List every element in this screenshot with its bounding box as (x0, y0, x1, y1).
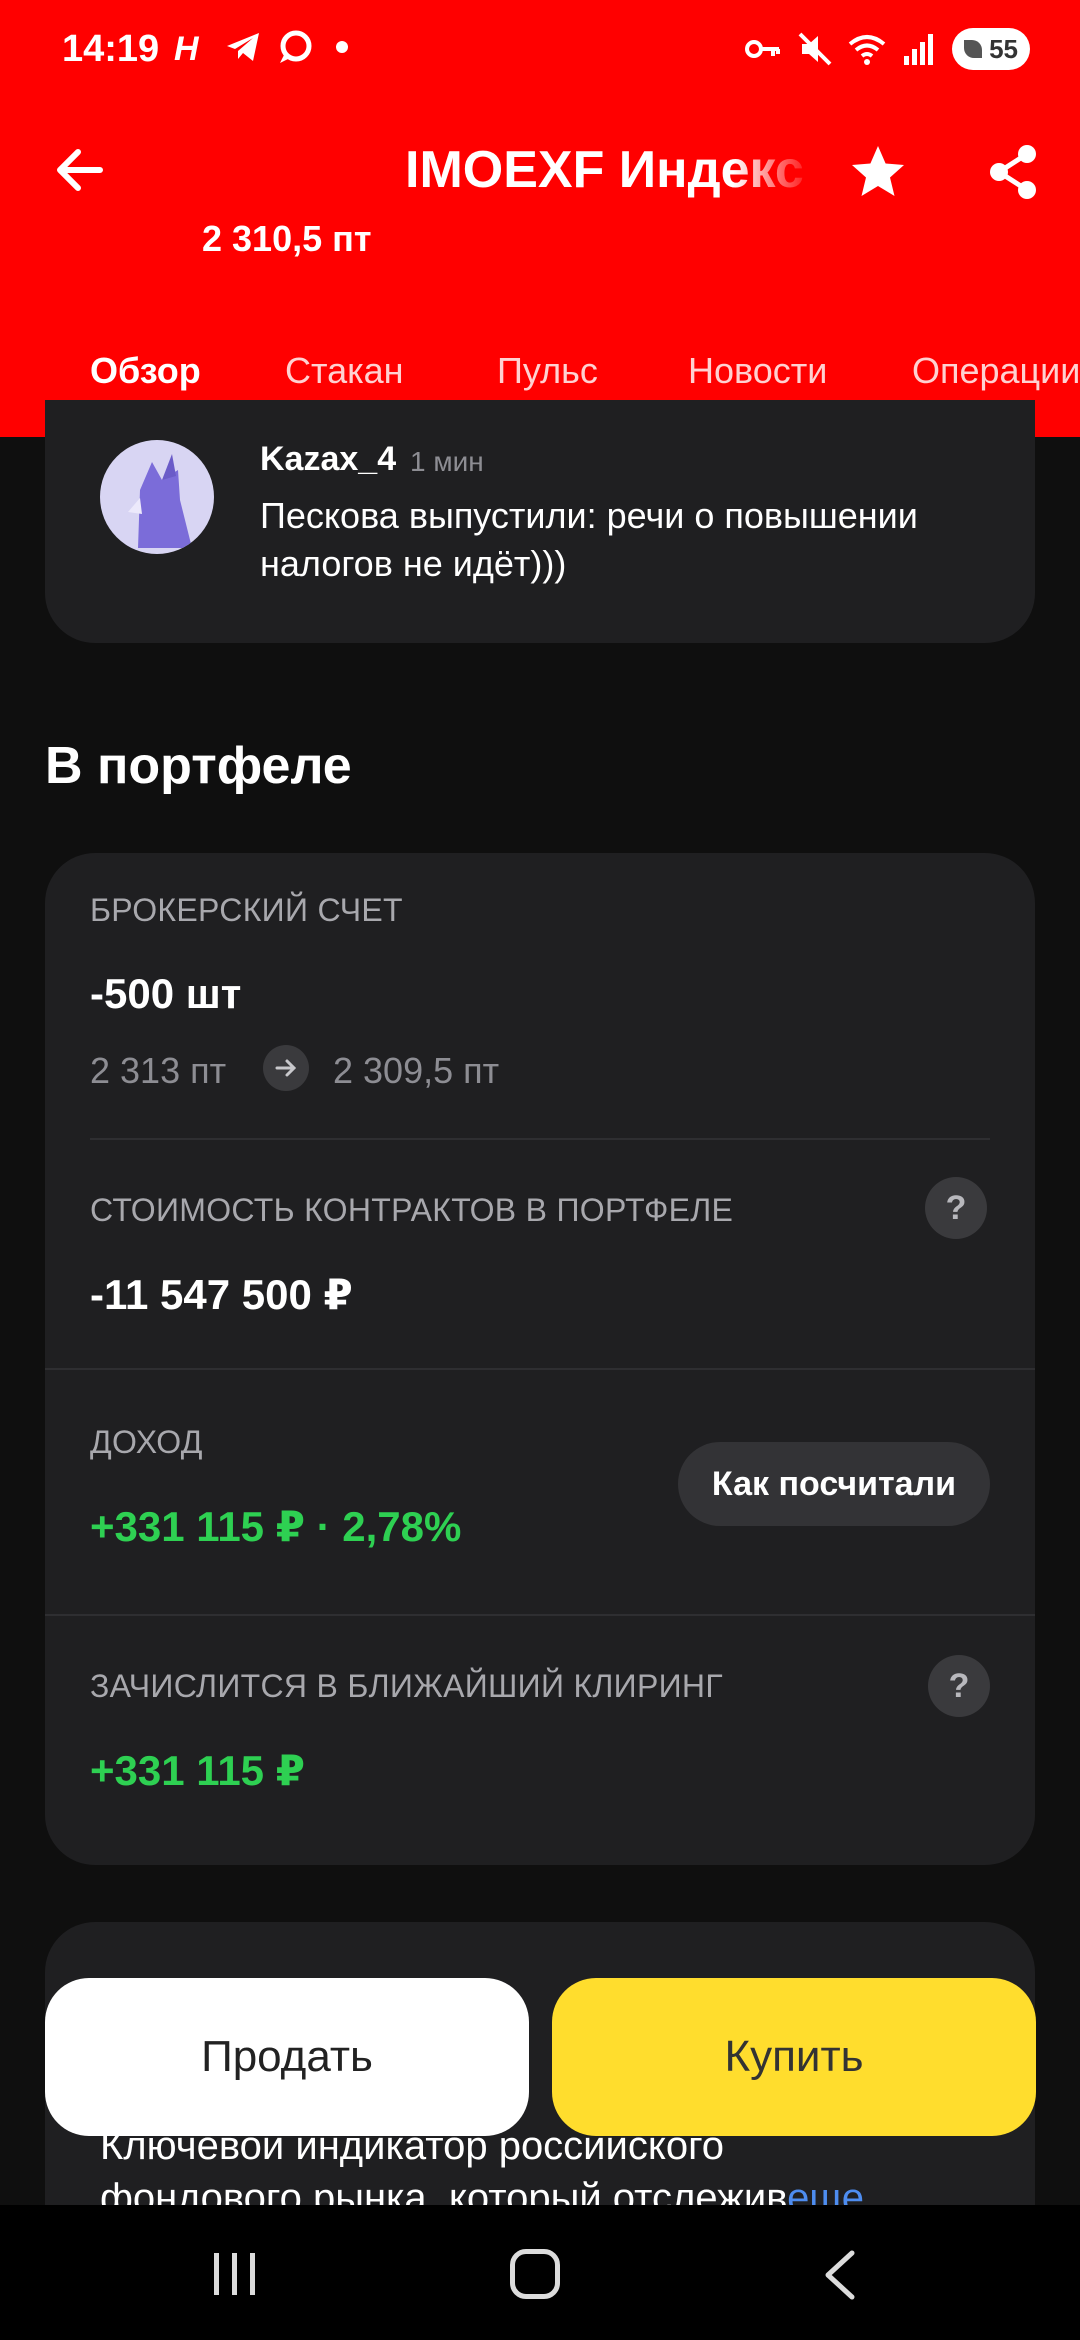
clearing-help-button[interactable]: ? (928, 1655, 990, 1717)
hh-app-icon: H (174, 30, 200, 66)
divider (45, 1368, 1035, 1370)
home-icon[interactable] (510, 2249, 560, 2299)
wifi-icon (848, 35, 886, 65)
mute-icon (798, 32, 832, 66)
system-icons: 55 (744, 28, 1030, 70)
income-label: ДОХОД (90, 1424, 203, 1460)
notification-icons: H (172, 28, 348, 66)
tab-order-book[interactable]: Стакан (285, 350, 404, 392)
status-time: 14:19 (62, 28, 160, 70)
back-arrow-icon[interactable] (50, 140, 110, 200)
tab-pulse[interactable]: Пульс (497, 350, 598, 392)
clearing-label: ЗАЧИСЛИТСЯ В БЛИЖАЙШИЙ КЛИРИНГ (90, 1668, 723, 1704)
position-quantity: -500 шт (90, 970, 242, 1017)
tab-operations[interactable]: Операции (912, 350, 1080, 392)
tab-overview[interactable]: Обзор (90, 350, 201, 392)
entry-price: 2 313 пт (90, 1050, 227, 1091)
app-header: 14:19 H 55 IMOEXF Индекс 2 310,5 пт Обзо… (0, 0, 1080, 437)
recent-apps-icon[interactable] (210, 2251, 260, 2297)
sell-button[interactable]: Продать (45, 1978, 529, 2136)
status-bar: 14:19 H 55 (0, 0, 1080, 100)
contracts-help-button[interactable]: ? (925, 1177, 987, 1239)
contracts-value: -11 547 500 ₽ (90, 1271, 353, 1318)
more-notifications-dot (336, 41, 348, 53)
tab-news[interactable]: Новости (688, 350, 827, 392)
income-value: +331 115 ₽ · 2,78% (90, 1503, 462, 1550)
star-icon[interactable] (848, 142, 908, 202)
telegram-icon (227, 33, 259, 61)
svg-text:H: H (174, 30, 200, 66)
divider (45, 1614, 1035, 1616)
battery-indicator: 55 (952, 28, 1030, 70)
wolf-avatar-icon (128, 454, 192, 548)
current-position-price: 2 309,5 пт (333, 1050, 500, 1091)
account-label: БРОКЕРСКИЙ СЧЕТ (90, 892, 403, 928)
signal-icon (904, 34, 933, 65)
arrow-right-icon (263, 1045, 309, 1091)
avatar[interactable] (100, 440, 214, 554)
contracts-value-label: СТОИМОСТЬ КОНТРАКТОВ В ПОРТФЕЛЕ (90, 1192, 734, 1228)
buy-button[interactable]: Купить (552, 1978, 1036, 2136)
divider (90, 1138, 990, 1140)
battery-level: 55 (989, 33, 1018, 64)
key-icon (745, 40, 780, 58)
post-author[interactable]: Kazax_4 (260, 440, 396, 479)
post-time: 1 мин (410, 446, 484, 477)
how-calculated-button[interactable]: Как посчитали (678, 1442, 990, 1526)
current-price: 2 310,5 пт (202, 218, 372, 259)
section-title-portfolio: В портфеле (45, 737, 352, 795)
post-text: Пескова выпустили: речи о повышении нало… (260, 495, 918, 584)
instrument-title: IMOEXF Индекс (405, 141, 804, 199)
power-saving-icon (964, 40, 982, 58)
nav-back-icon[interactable] (820, 2249, 860, 2301)
clearing-value: +331 115 ₽ (90, 1747, 305, 1794)
share-icon[interactable] (985, 142, 1041, 202)
system-nav-bar (0, 2205, 1080, 2340)
chat-bubble-icon (280, 30, 312, 63)
